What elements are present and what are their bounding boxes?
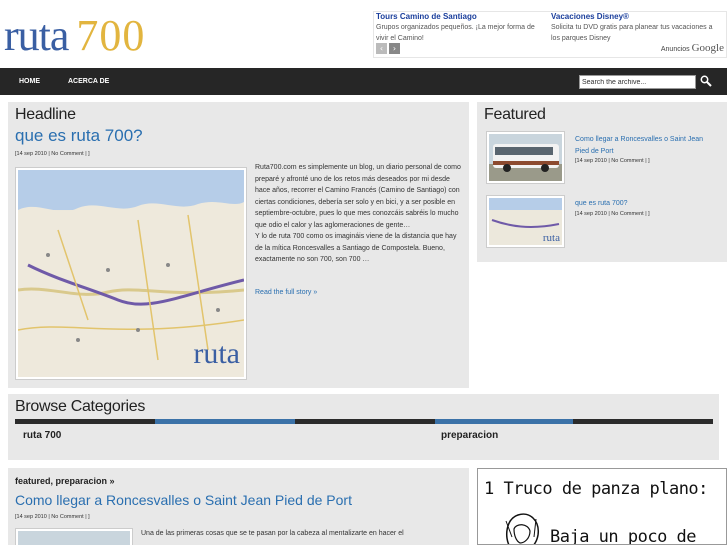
ad-pager: ‹ ›	[376, 43, 400, 54]
google-logo: Google	[691, 42, 724, 54]
map-image: ruta	[18, 170, 244, 377]
ads-by-google[interactable]: Anuncios Google	[661, 42, 724, 54]
ads-by-label: Anuncios	[660, 46, 690, 53]
post-meta: [14 sep 2010 | No Comment | ]	[15, 514, 90, 520]
ad-banner: Tours Camino de Santiago Grupos organiza…	[373, 11, 727, 58]
site-header: ruta 700 Tours Camino de Santiago Grupos…	[0, 0, 727, 68]
post-thumb[interactable]	[15, 528, 133, 545]
featured-thumb[interactable]: ruta	[486, 195, 565, 248]
headline-meta: [14 sep 2010 | No Comment | ]	[15, 151, 90, 157]
headline-excerpt: Ruta700.com es simplemente un blog, un d…	[255, 164, 461, 263]
category-bar	[295, 419, 435, 424]
post-title[interactable]: Como llegar a Roncesvalles o Saint Jean …	[15, 492, 352, 508]
read-more-link[interactable]: Read the full story »	[255, 289, 317, 296]
featured-item-meta: [14 sep 2010 | No Comment | ]	[575, 211, 650, 217]
headline-section-title: Headline	[15, 106, 76, 123]
side-ad-line2: Baja un poco de	[550, 527, 697, 545]
site-logo[interactable]: ruta 700	[4, 10, 145, 60]
side-ad[interactable]: 1 Truco de panza plano: Baja un poco de	[477, 468, 727, 545]
post-excerpt: Una de las primeras cosas que se te pasa…	[141, 530, 404, 537]
featured-item-title[interactable]: Como llegar a Roncesvalles o Saint Jean …	[575, 134, 717, 158]
ad-item[interactable]: Tours Camino de Santiago Grupos organiza…	[376, 12, 546, 44]
chevron-right-icon[interactable]: ›	[389, 43, 400, 54]
search-input[interactable]	[579, 75, 696, 89]
search-icon[interactable]	[700, 75, 712, 87]
post-categories[interactable]: featured, preparacion »	[15, 476, 115, 486]
categories-section-title: Browse Categories	[15, 398, 146, 415]
map-watermark: ruta	[193, 337, 240, 370]
ad-description: Grupos organizados pequeños. ¡La mejor f…	[376, 24, 535, 42]
category-link-ruta-700[interactable]: ruta 700	[23, 430, 61, 441]
ad-item[interactable]: Vacaciones Disney® Solicita tu DVD grati…	[551, 12, 721, 44]
ad-description: Solicita tu DVD gratis para planear tus …	[551, 24, 713, 42]
woman-illustration-icon	[505, 513, 539, 544]
ad-title[interactable]: Vacaciones Disney®	[551, 12, 721, 21]
category-bar	[435, 419, 573, 424]
side-ad-line1: 1 Truco de panza plano:	[484, 479, 708, 499]
nav-item-about[interactable]: ACERCA DE	[68, 68, 109, 95]
featured-thumb[interactable]	[486, 131, 565, 184]
chevron-left-icon[interactable]: ‹	[376, 43, 387, 54]
featured-item-title[interactable]: que es ruta 700?	[575, 198, 628, 210]
logo-word: ruta	[4, 11, 69, 60]
category-bar	[573, 419, 713, 424]
thumb-watermark: ruta	[542, 232, 560, 244]
ad-title[interactable]: Tours Camino de Santiago	[376, 12, 546, 21]
logo-number: 700	[76, 11, 146, 60]
category-link-preparacion[interactable]: preparacion	[441, 430, 498, 441]
nav-item-home[interactable]: HOME	[19, 68, 40, 95]
featured-item-meta: [14 sep 2010 | No Comment | ]	[575, 158, 650, 164]
category-bar	[155, 419, 295, 424]
headline-image[interactable]: ruta	[15, 167, 247, 380]
category-bar	[15, 419, 155, 424]
featured-section-title: Featured	[484, 106, 546, 123]
headline-post-title[interactable]: que es ruta 700?	[15, 126, 143, 146]
